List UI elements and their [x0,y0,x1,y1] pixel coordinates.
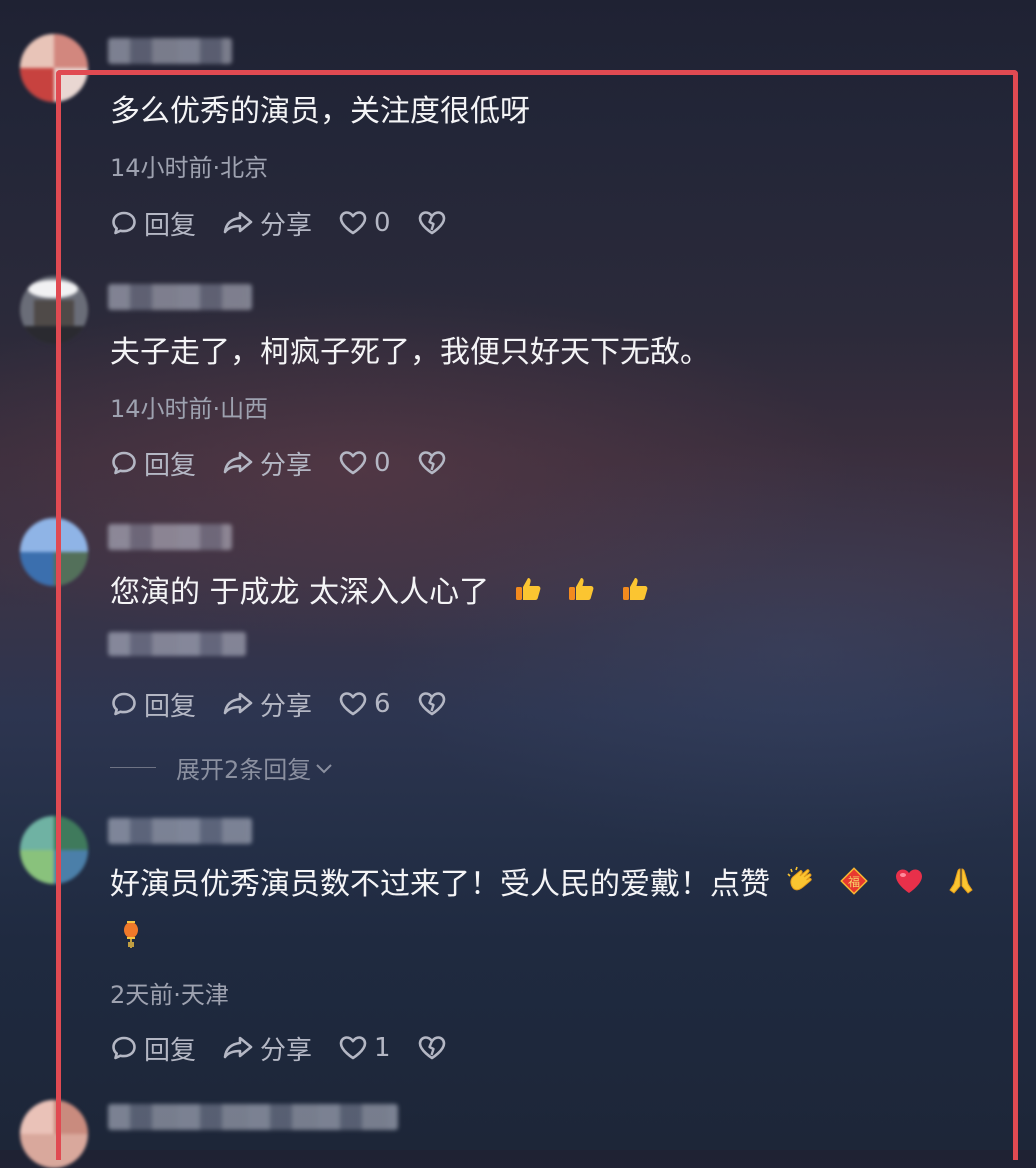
red-heart-emoji [893,866,925,907]
heart-icon [339,1036,367,1060]
user-avatar[interactable] [20,276,88,344]
heart-icon [339,211,367,235]
expand-replies-label: 展开2条回复 [176,756,312,784]
comment-bubble-icon [112,211,136,235]
reply-label: 回复 [144,691,197,722]
dislike-button[interactable] [417,209,453,237]
share-label: 分享 [260,1035,313,1066]
like-count: 0 [374,448,391,478]
comment-text-content: 您演的 于成龙 太深入人心了 [110,575,490,610]
comment-bubble-icon [112,692,136,716]
username-blurred[interactable] [108,818,252,844]
reply-button[interactable]: 回复 [110,445,196,482]
reply-label: 回复 [144,210,197,241]
broken-heart-icon [418,211,445,235]
comment-meta: 14小时前·北京 [110,154,269,182]
share-button[interactable]: 分享 [222,1030,312,1067]
comment-bubble-icon [112,451,136,475]
dislike-button[interactable] [417,1034,453,1062]
broken-heart-icon [418,1036,445,1060]
svg-text:福: 福 [848,874,860,889]
reply-button[interactable]: 回复 [110,205,196,242]
share-arrow-icon [223,692,253,715]
like-count: 1 [374,1033,391,1063]
comment-meta: 14小时前·山西 [110,395,269,423]
lantern-emoji [118,918,144,961]
heart-icon [339,692,367,716]
share-button[interactable]: 分享 [222,686,312,723]
broken-heart-icon [418,451,445,475]
meta-blurred [108,632,246,656]
dislike-button[interactable] [417,449,453,477]
share-arrow-icon [223,451,253,474]
share-arrow-icon [223,1036,253,1059]
reply-button[interactable]: 回复 [110,1030,196,1067]
comment-actions: 回复 分享 0 [110,205,479,241]
user-avatar[interactable] [20,518,88,586]
comment-text: 您演的 于成龙 太深入人心了 [110,573,650,615]
share-label: 分享 [260,691,313,722]
thumbs-up-emoji [620,574,650,615]
username-blurred[interactable] [108,284,252,310]
username-blurred[interactable] [108,38,232,64]
like-count: 0 [374,208,391,238]
dislike-button[interactable] [417,690,453,718]
comment-actions: 回复 分享 1 [110,1030,479,1066]
like-button[interactable]: 0 [338,448,391,478]
share-button[interactable]: 分享 [222,205,312,242]
fu-diamond-emoji: 福 [839,866,869,907]
comment-bubble-icon [112,1036,136,1060]
reply-label: 回复 [144,450,197,481]
share-button[interactable]: 分享 [222,445,312,482]
expand-divider [110,767,156,768]
like-button[interactable]: 6 [338,689,391,719]
share-label: 分享 [260,210,313,241]
like-button[interactable]: 1 [338,1033,391,1063]
user-avatar[interactable] [20,34,88,102]
comment-text: 多么优秀的演员，关注度很低呀 [110,94,530,129]
user-avatar[interactable] [20,1100,88,1168]
chevron-down-icon [316,763,332,773]
broken-heart-icon [418,692,445,716]
share-label: 分享 [260,450,313,481]
expand-replies-button[interactable]: 展开2条回复 [110,750,333,785]
folded-hands-emoji [948,866,974,907]
comment-actions: 回复 分享 0 [110,445,479,481]
user-avatar[interactable] [20,816,88,884]
username-blurred[interactable] [108,1104,398,1130]
comment-actions: 回复 分享 6 [110,686,479,722]
comment-text: 夫子走了，柯疯子死了，我便只好天下无敌。 [110,335,710,370]
username-blurred[interactable] [108,524,232,550]
comment-text-continuation [110,918,144,961]
share-arrow-icon [223,211,253,234]
comment-text-content: 好演员优秀演员数不过来了！受人民的爱戴！点赞 [110,867,770,902]
comment-text: 好演员优秀演员数不过来了！受人民的爱戴！点赞 福 [110,865,974,907]
heart-icon [339,451,367,475]
like-button[interactable]: 0 [338,208,391,238]
thumbs-up-emoji [513,574,543,615]
reply-button[interactable]: 回复 [110,686,196,723]
clapping-hands-emoji [786,866,816,907]
reply-label: 回复 [144,1035,197,1066]
thumbs-up-emoji [566,574,596,615]
comment-meta: 2天前·天津 [110,981,229,1009]
like-count: 6 [374,689,391,719]
